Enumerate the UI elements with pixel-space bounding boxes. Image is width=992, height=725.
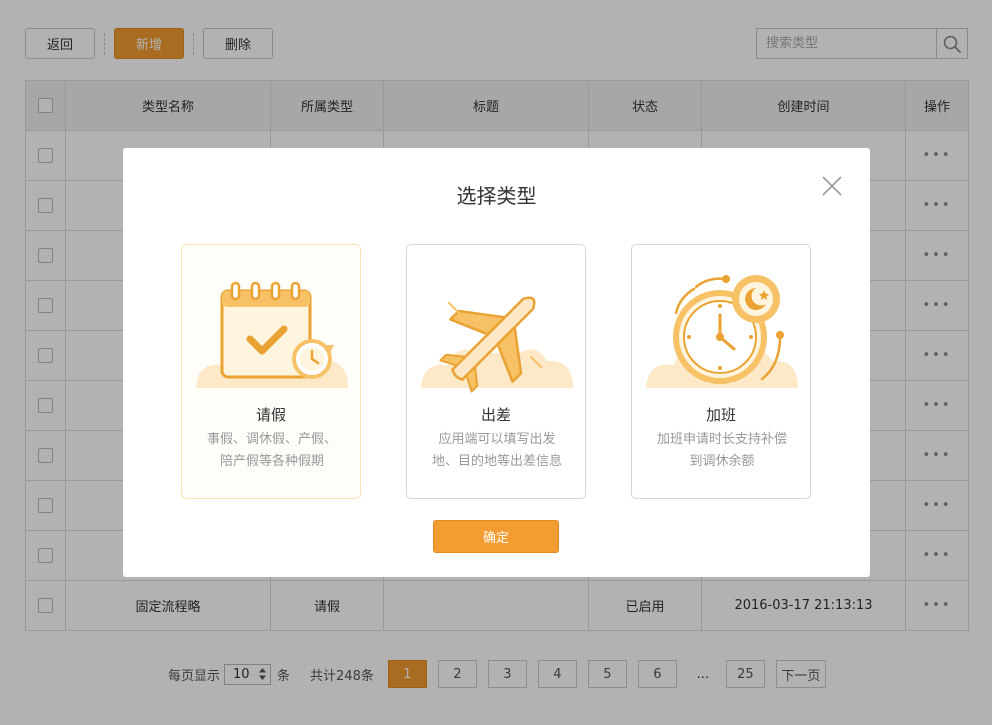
card-description-line: 陪产假等各种假期 [219,454,324,469]
card-description-line: 到调休余额 [689,454,755,469]
type-card-business-trip[interactable]: 出差 应用端可以填写出发 地、目的地等出差信息 [406,244,586,499]
calendar-check-icon [196,281,348,388]
card-description: 加班申请时长支持补偿 到调休余额 [642,429,802,473]
type-card-leave[interactable]: 请假 事假、调休假、产假、 陪产假等各种假期 [181,244,361,499]
card-description: 应用端可以填写出发 地、目的地等出差信息 [417,429,577,473]
card-description-line: 事假、调休假、产假、 [206,432,337,447]
card-description: 事假、调休假、产假、 陪产假等各种假期 [192,429,352,473]
card-description-line: 加班申请时长支持补偿 [656,432,787,447]
airplane-icon [421,296,573,393]
card-title: 出差 [480,406,511,424]
type-card-overtime[interactable]: 加班 加班申请时长支持补偿 到调休余额 [631,244,811,499]
card-title: 请假 [255,406,286,424]
card-description-line: 地、目的地等出差信息 [431,454,562,469]
card-description-line: 应用端可以填写出发 [438,432,556,447]
confirm-button[interactable]: 确定 [433,520,559,553]
modal-title: 选择类型 [456,184,537,208]
select-type-modal: 选择类型 请假 事假、调休假、产假、 陪产假等各种假期 出差 应用端可以填写出发… [123,148,870,577]
close-icon[interactable] [820,174,844,198]
card-title: 加班 [705,406,736,424]
clock-moon-icon [646,275,798,388]
